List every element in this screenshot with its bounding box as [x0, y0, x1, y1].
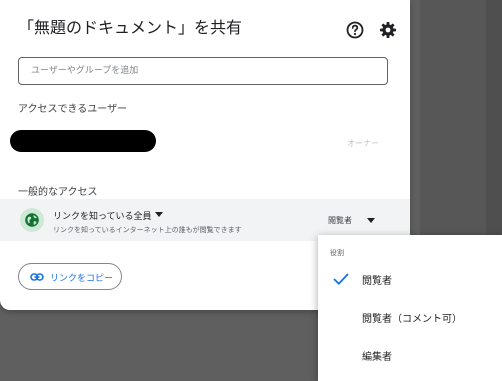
check-icon [333, 273, 349, 285]
menu-item-editor[interactable]: 編集者 [318, 338, 502, 372]
role-menu: 役割 閲覧者 閲覧者（コメント可） 編集者 [318, 235, 502, 381]
menu-item-commenter[interactable]: 閲覧者（コメント可） [318, 300, 502, 334]
dialog-title: 「無題のドキュメント」を共有 [18, 18, 243, 37]
users-with-access-label: アクセスできるユーザー [18, 104, 128, 115]
link-icon [30, 273, 44, 281]
redacted-owner-name [10, 130, 156, 152]
menu-item-viewer[interactable]: 閲覧者 [318, 262, 502, 296]
globe-icon [20, 208, 44, 232]
add-people-input[interactable] [18, 57, 388, 85]
caret-down-icon[interactable] [367, 218, 375, 223]
general-access-label: 一般的なアクセス [18, 187, 98, 198]
caret-down-icon[interactable] [155, 212, 163, 217]
menu-item-label: 閲覧者（コメント可） [362, 314, 462, 325]
copy-link-button[interactable]: リンクをコピー [18, 263, 122, 290]
general-access-dropdown[interactable]: リンクを知っている全員 [53, 209, 152, 222]
general-access-description: リンクを知っているインターネット上の誰もが閲覧できます [53, 226, 242, 234]
role-dropdown[interactable]: 閲覧者 [328, 215, 352, 226]
menu-item-label: 閲覧者 [362, 276, 392, 287]
role-menu-header: 役割 [330, 249, 344, 257]
help-icon[interactable] [345, 20, 365, 40]
menu-item-label: 編集者 [362, 352, 392, 363]
gear-icon[interactable] [378, 20, 398, 40]
copy-link-label: リンクをコピー [50, 274, 114, 284]
owner-role-label: オーナー [347, 139, 379, 148]
